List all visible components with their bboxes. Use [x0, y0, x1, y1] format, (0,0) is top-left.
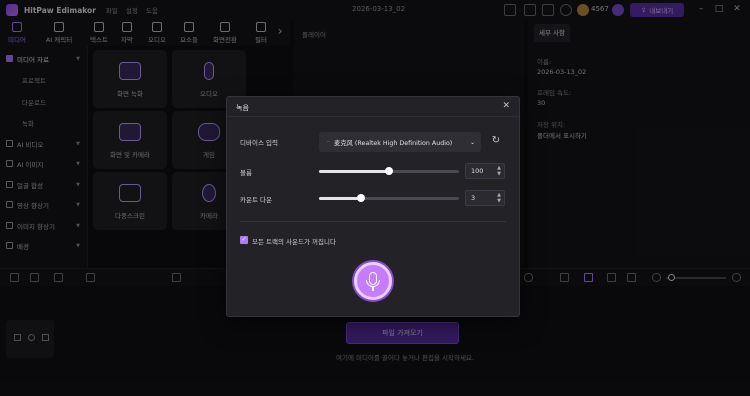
- microphone-stand-icon: [366, 280, 380, 287]
- volume-label: 볼륨: [240, 169, 252, 177]
- stepper-icon[interactable]: ▲ ▼: [497, 165, 501, 177]
- record-audio-dialog: 녹음 ✕ 디바이스 입력 · 麦克风 (Realtek High Definit…: [226, 96, 520, 317]
- countdown-slider-knob[interactable]: [357, 194, 365, 202]
- stepper-icon[interactable]: ▲ ▼: [497, 192, 501, 204]
- volume-slider-knob[interactable]: [385, 167, 393, 175]
- mute-tracks-checkbox[interactable]: ✓: [240, 236, 248, 244]
- volume-slider-fill: [319, 170, 389, 173]
- mute-tracks-label: 모든 트랙의 사운드가 꺼집니다: [252, 238, 336, 246]
- countdown-slider[interactable]: [319, 194, 459, 202]
- chevron-down-icon: ⌄: [469, 138, 475, 146]
- close-icon[interactable]: ✕: [502, 101, 510, 111]
- microphone-stem-icon: [372, 287, 374, 291]
- refresh-icon[interactable]: ↻: [490, 135, 502, 147]
- dialog-title: 녹음: [236, 104, 249, 112]
- volume-input[interactable]: 100 ▲ ▼: [465, 163, 505, 179]
- device-input-label: 디바이스 입력: [240, 139, 278, 147]
- volume-slider[interactable]: [319, 167, 459, 175]
- bullet-icon: ·: [327, 138, 330, 146]
- countdown-label: 카운트 다운: [240, 196, 272, 204]
- countdown-input[interactable]: 3 ▲ ▼: [465, 190, 505, 206]
- countdown-slider-fill: [319, 197, 361, 200]
- dialog-header: 녹음 ✕: [227, 97, 519, 117]
- device-input-select[interactable]: · 麦克风 (Realtek High Definition Audio) ⌄: [319, 132, 481, 152]
- record-button[interactable]: [354, 262, 392, 300]
- dialog-divider: [240, 221, 506, 222]
